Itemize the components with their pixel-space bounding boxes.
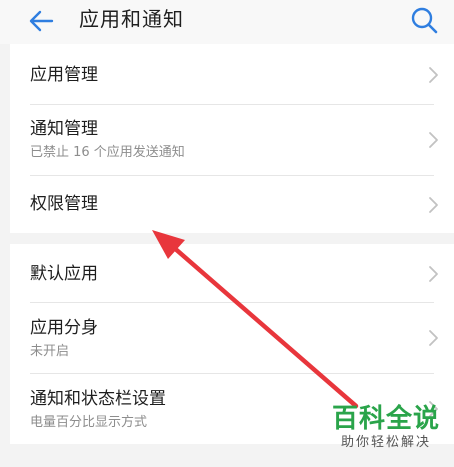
watermark-subtitle: 助你轻松解决	[340, 435, 431, 450]
settings-item-label: 应用分身	[30, 318, 98, 338]
settings-item-subtitle: 电量百分比显示方式	[30, 415, 148, 430]
watermark-logo: 百科全说 助你轻松解决	[322, 404, 450, 460]
settings-item-subtitle: 未开启	[30, 344, 70, 359]
chevron-right-icon	[429, 266, 438, 282]
chevron-right-icon	[429, 67, 438, 83]
settings-item-app-management[interactable]: 应用管理	[10, 44, 454, 104]
settings-item-label: 通知管理	[30, 119, 98, 139]
settings-item-label: 默认应用	[30, 264, 98, 284]
search-button[interactable]	[408, 4, 440, 36]
chevron-right-icon	[429, 330, 438, 346]
settings-item-app-twin[interactable]: 应用分身 未开启	[10, 303, 454, 373]
settings-item-label: 通知和状态栏设置	[30, 389, 166, 409]
settings-item-subtitle: 已禁止 16 个应用发送通知	[30, 145, 185, 160]
back-button[interactable]	[26, 6, 56, 36]
settings-item-permission-management[interactable]: 权限管理	[10, 176, 454, 233]
app-bar: 应用和通知	[0, 0, 454, 44]
arrow-left-icon	[29, 10, 54, 32]
chevron-right-icon	[429, 197, 438, 213]
page-title: 应用和通知	[79, 7, 184, 31]
watermark-title: 百科全说	[331, 404, 440, 434]
search-icon	[411, 7, 438, 34]
settings-group-apps: 应用管理 通知管理 已禁止 16 个应用发送通知 权限管理	[10, 44, 454, 233]
settings-item-default-apps[interactable]: 默认应用	[10, 244, 454, 302]
chevron-right-icon	[429, 132, 438, 148]
settings-item-label: 应用管理	[30, 65, 98, 85]
settings-item-label: 权限管理	[30, 194, 98, 214]
settings-item-notification-management[interactable]: 通知管理 已禁止 16 个应用发送通知	[10, 105, 454, 175]
